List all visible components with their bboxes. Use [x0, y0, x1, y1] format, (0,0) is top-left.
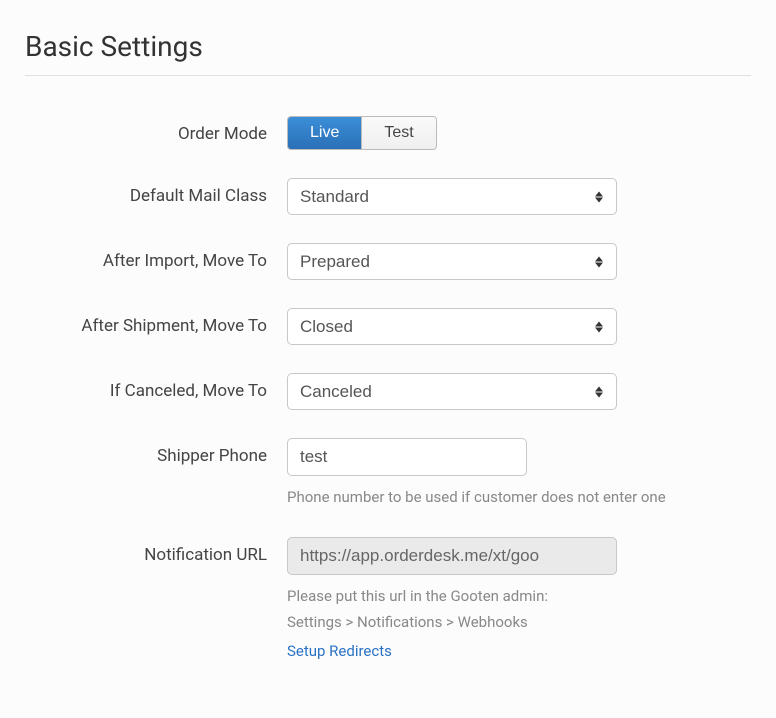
after-shipment-label: After Shipment, Move To: [25, 308, 287, 336]
page-title: Basic Settings: [25, 30, 751, 63]
after-import-select[interactable]: Prepared: [287, 243, 617, 280]
shipper-phone-label: Shipper Phone: [25, 438, 287, 466]
after-shipment-row: After Shipment, Move To Closed: [25, 308, 751, 345]
after-shipment-select[interactable]: Closed: [287, 308, 617, 345]
shipper-phone-input[interactable]: [287, 438, 527, 476]
mail-class-row: Default Mail Class Standard: [25, 178, 751, 215]
if-canceled-label: If Canceled, Move To: [25, 373, 287, 401]
order-mode-toggle: Live Test: [287, 116, 437, 150]
after-import-row: After Import, Move To Prepared: [25, 243, 751, 280]
if-canceled-select[interactable]: Canceled: [287, 373, 617, 410]
order-mode-live-button[interactable]: Live: [288, 117, 362, 149]
notification-url-help-2: Settings > Notifications > Webhooks: [287, 611, 751, 634]
after-import-label: After Import, Move To: [25, 243, 287, 271]
order-mode-label: Order Mode: [25, 116, 287, 144]
divider: [25, 75, 751, 76]
mail-class-label: Default Mail Class: [25, 178, 287, 206]
notification-url-row: Notification URL Please put this url in …: [25, 537, 751, 660]
notification-url-help-1: Please put this url in the Gooten admin:: [287, 585, 751, 608]
shipper-phone-help: Phone number to be used if customer does…: [287, 486, 751, 509]
mail-class-select[interactable]: Standard: [287, 178, 617, 215]
notification-url-label: Notification URL: [25, 537, 287, 565]
order-mode-row: Order Mode Live Test: [25, 116, 751, 150]
if-canceled-row: If Canceled, Move To Canceled: [25, 373, 751, 410]
order-mode-test-button[interactable]: Test: [362, 117, 435, 149]
setup-redirects-link[interactable]: Setup Redirects: [287, 642, 392, 660]
notification-url-input[interactable]: [287, 537, 617, 575]
shipper-phone-row: Shipper Phone Phone number to be used if…: [25, 438, 751, 509]
